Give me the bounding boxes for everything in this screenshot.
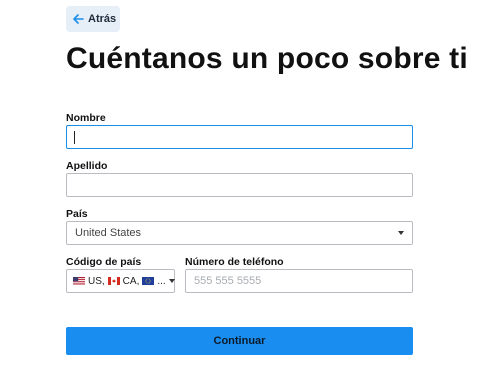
phone-label: Número de teléfono: [185, 256, 284, 268]
country-label: País: [66, 208, 88, 220]
last-name-input[interactable]: [67, 174, 412, 196]
country-code-select[interactable]: US, CA, ...: [66, 269, 175, 293]
page-title: Cuéntanos un poco sobre ti: [66, 42, 468, 75]
chevron-down-icon: [398, 231, 404, 235]
phone-field[interactable]: [185, 269, 413, 293]
last-name-label: Apellido: [66, 160, 108, 172]
continue-button[interactable]: Continuar: [66, 327, 413, 355]
text-caret: [74, 131, 75, 144]
chevron-down-icon: [168, 279, 175, 283]
back-button[interactable]: Atrás: [66, 6, 120, 32]
country-code-label: Código de país: [66, 256, 142, 268]
last-name-field[interactable]: [66, 173, 413, 197]
first-name-label: Nombre: [66, 112, 106, 124]
eu-flag-icon: [142, 277, 155, 285]
back-button-label: Atrás: [88, 13, 117, 25]
phone-input[interactable]: [186, 270, 412, 292]
first-name-input[interactable]: [67, 126, 412, 148]
country-selected-value: United States: [75, 227, 142, 239]
country-select[interactable]: United States: [66, 221, 413, 245]
arrow-left-icon: [72, 13, 84, 25]
us-flag-icon: [73, 277, 85, 285]
first-name-field[interactable]: [66, 125, 413, 149]
country-code-more: ...: [157, 275, 166, 287]
country-code-ca: CA,: [122, 275, 140, 287]
country-code-us: US,: [88, 275, 105, 287]
ca-flag-icon: [107, 277, 120, 285]
